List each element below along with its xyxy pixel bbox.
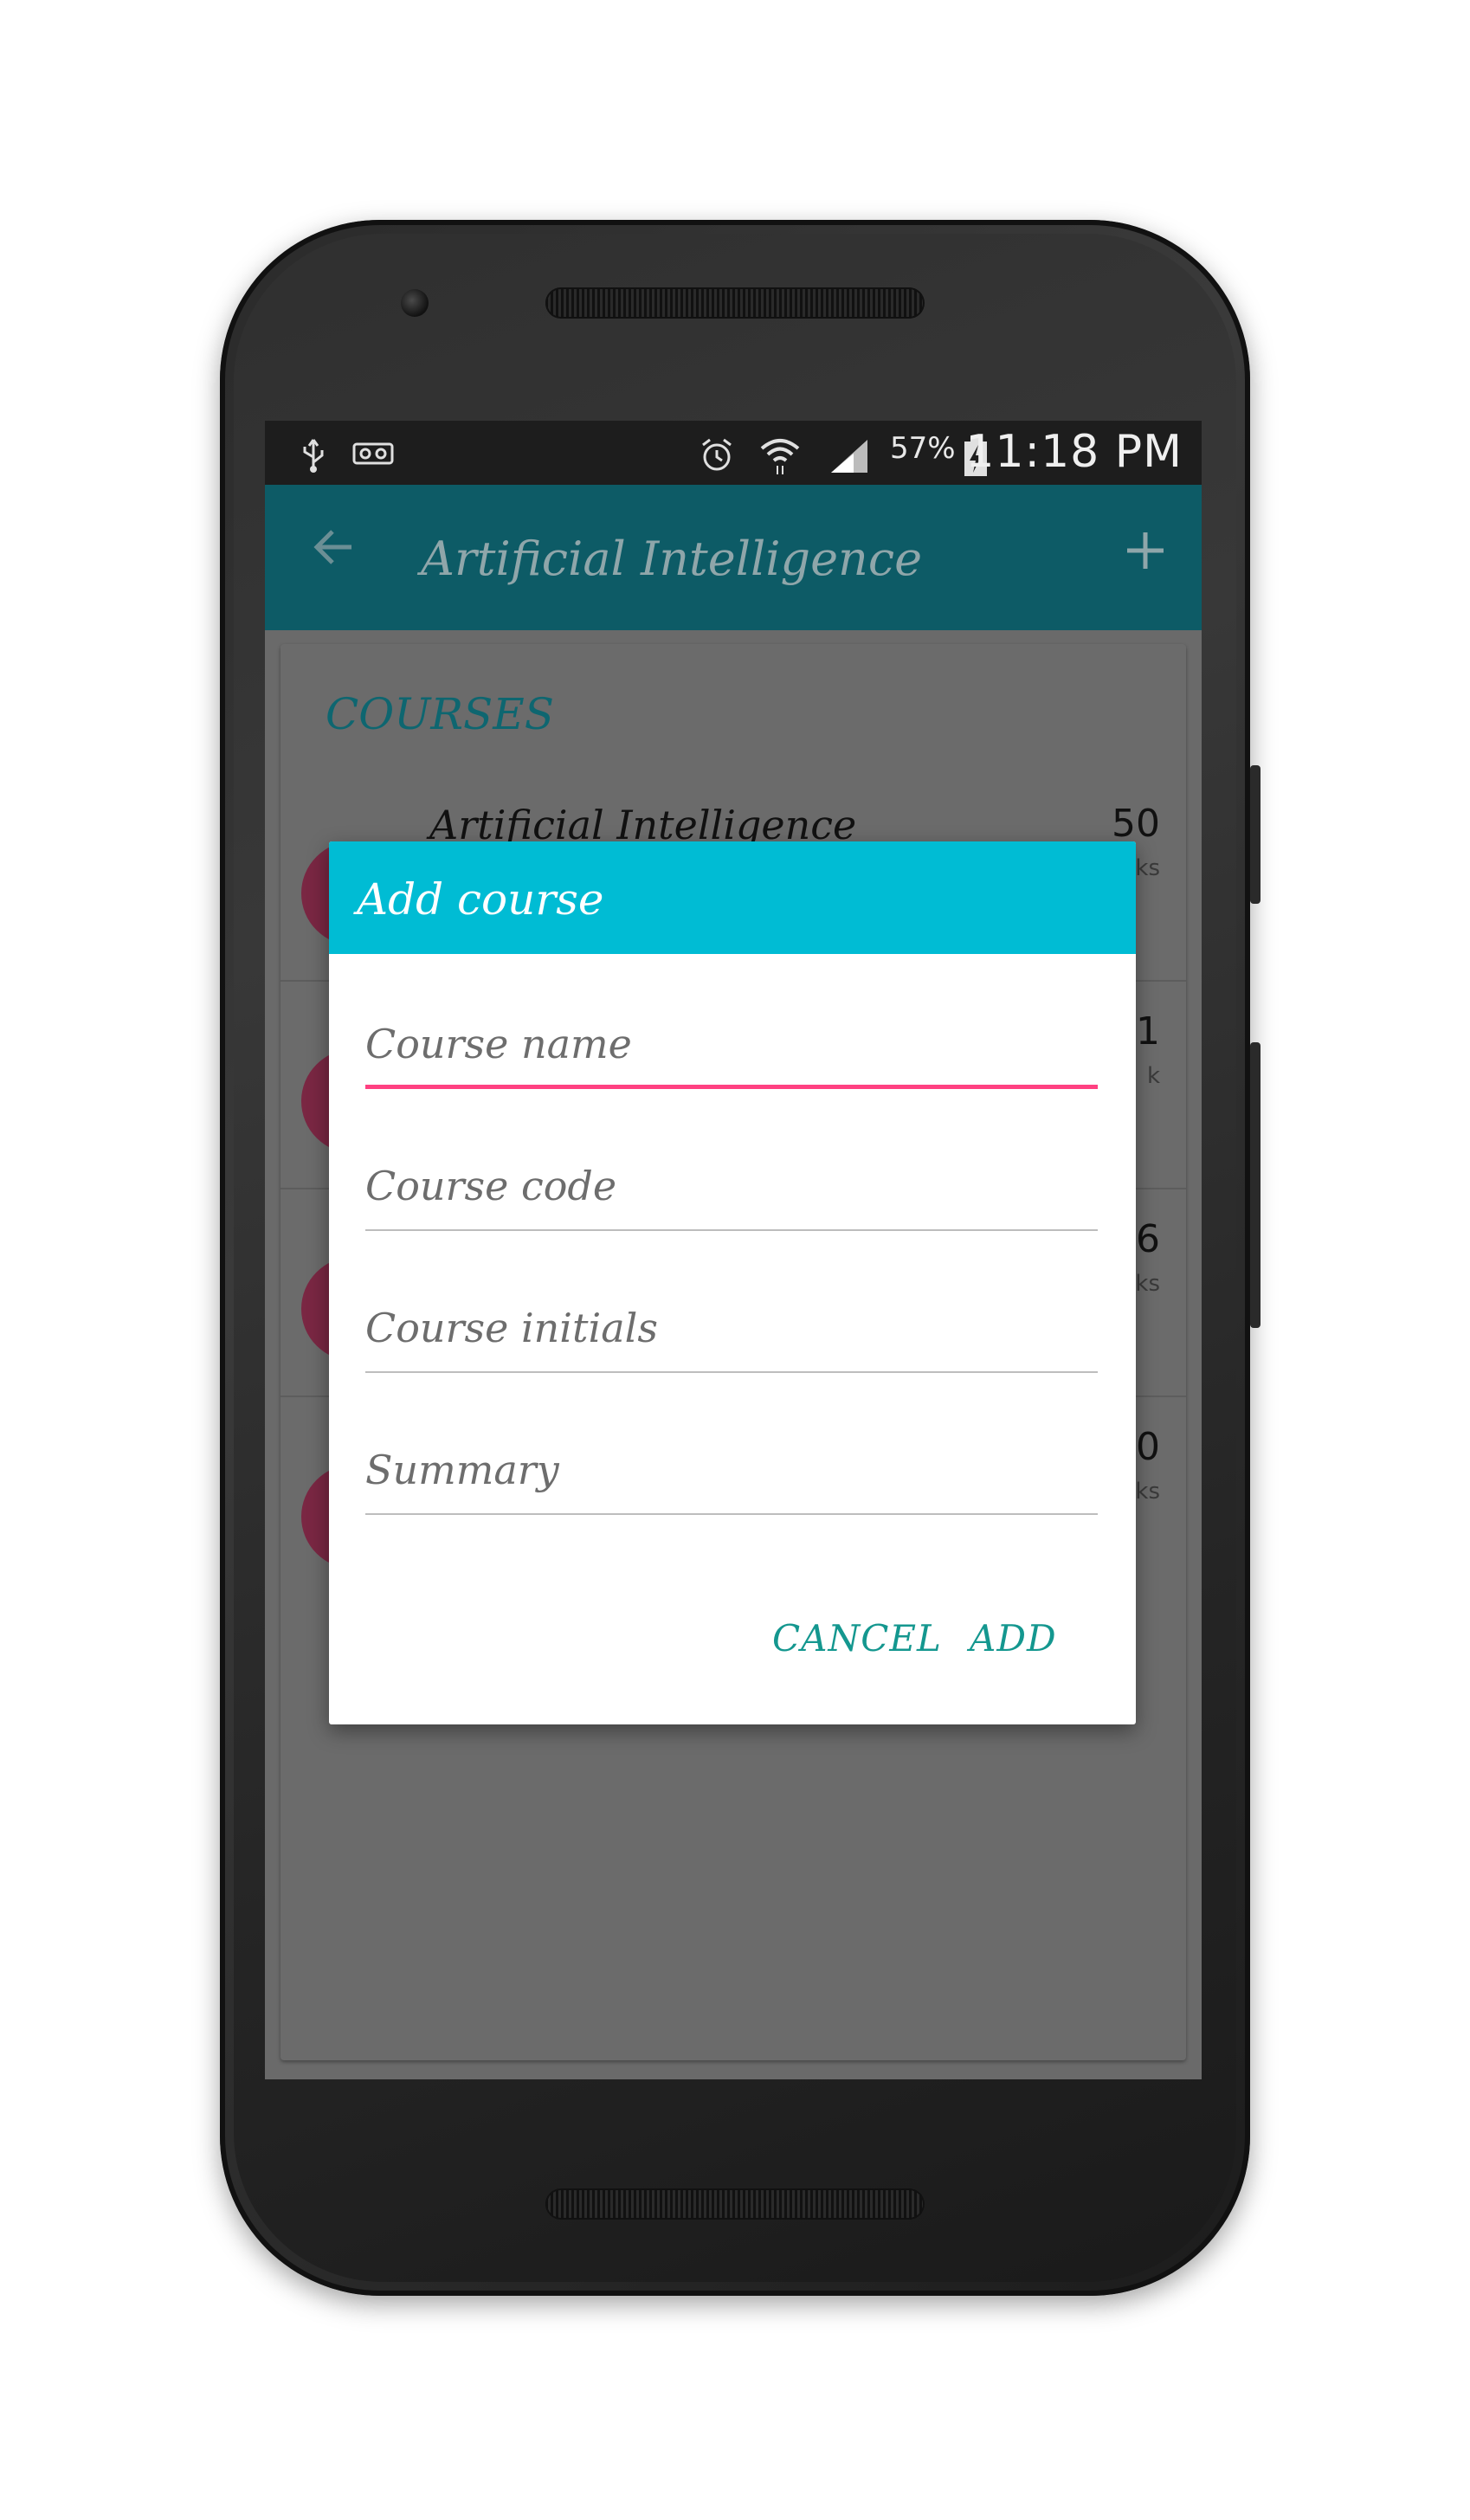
course-name-field[interactable] [365,1002,1098,1089]
app-toolbar: Artificial Intelligence [265,485,1202,630]
course-unit: ks [1135,855,1160,881]
course-name-underline [365,1085,1098,1089]
add-course-dialog: Add course CANCEL ADD [329,841,1136,1724]
top-speaker [545,287,925,319]
arrow-left-icon[interactable] [310,523,358,584]
alarm-icon [698,436,732,471]
wifi-icon [758,436,802,474]
bottom-speaker [545,2188,925,2220]
summary-input[interactable] [365,1428,1098,1511]
course-name-input[interactable] [365,1002,1098,1086]
course-count: 1 [1136,1009,1160,1054]
volume-button[interactable] [1250,1042,1260,1328]
status-bar: 57% 11:18 PM [265,421,1202,485]
stage: 57% 11:18 PM Artificial Intelligence COU… [0,0,1470,2520]
usb-icon [296,436,331,473]
courses-header: COURSES [326,689,555,739]
course-code-underline [365,1229,1098,1231]
course-count: 50 [1112,802,1160,846]
voicemail-icon [351,436,395,471]
dialog-title: Add course [357,874,604,925]
course-unit: ks [1135,1271,1160,1297]
battery-percent: 57% [890,431,956,466]
front-camera [401,289,429,317]
add-button[interactable]: ADD [959,1603,1067,1672]
course-code-field[interactable] [365,1144,1098,1231]
course-initials-input[interactable] [365,1286,1098,1370]
cancel-button[interactable]: CANCEL [762,1603,952,1672]
course-initials-underline [365,1371,1098,1373]
course-unit: k [1146,1063,1160,1089]
summary-field[interactable] [365,1428,1098,1515]
course-initials-field[interactable] [365,1286,1098,1373]
toolbar-title: Artificial Intelligence [421,532,923,586]
dialog-header: Add course [329,841,1136,954]
plus-icon[interactable] [1124,516,1167,585]
course-unit: ks [1135,1479,1160,1505]
course-count: 0 [1136,1425,1160,1469]
power-button[interactable] [1250,765,1260,904]
summary-underline [365,1513,1098,1515]
course-count: 6 [1136,1217,1160,1261]
signal-icon [828,436,871,473]
clock: 11:18 PM [965,426,1183,478]
course-code-input[interactable] [365,1144,1098,1228]
